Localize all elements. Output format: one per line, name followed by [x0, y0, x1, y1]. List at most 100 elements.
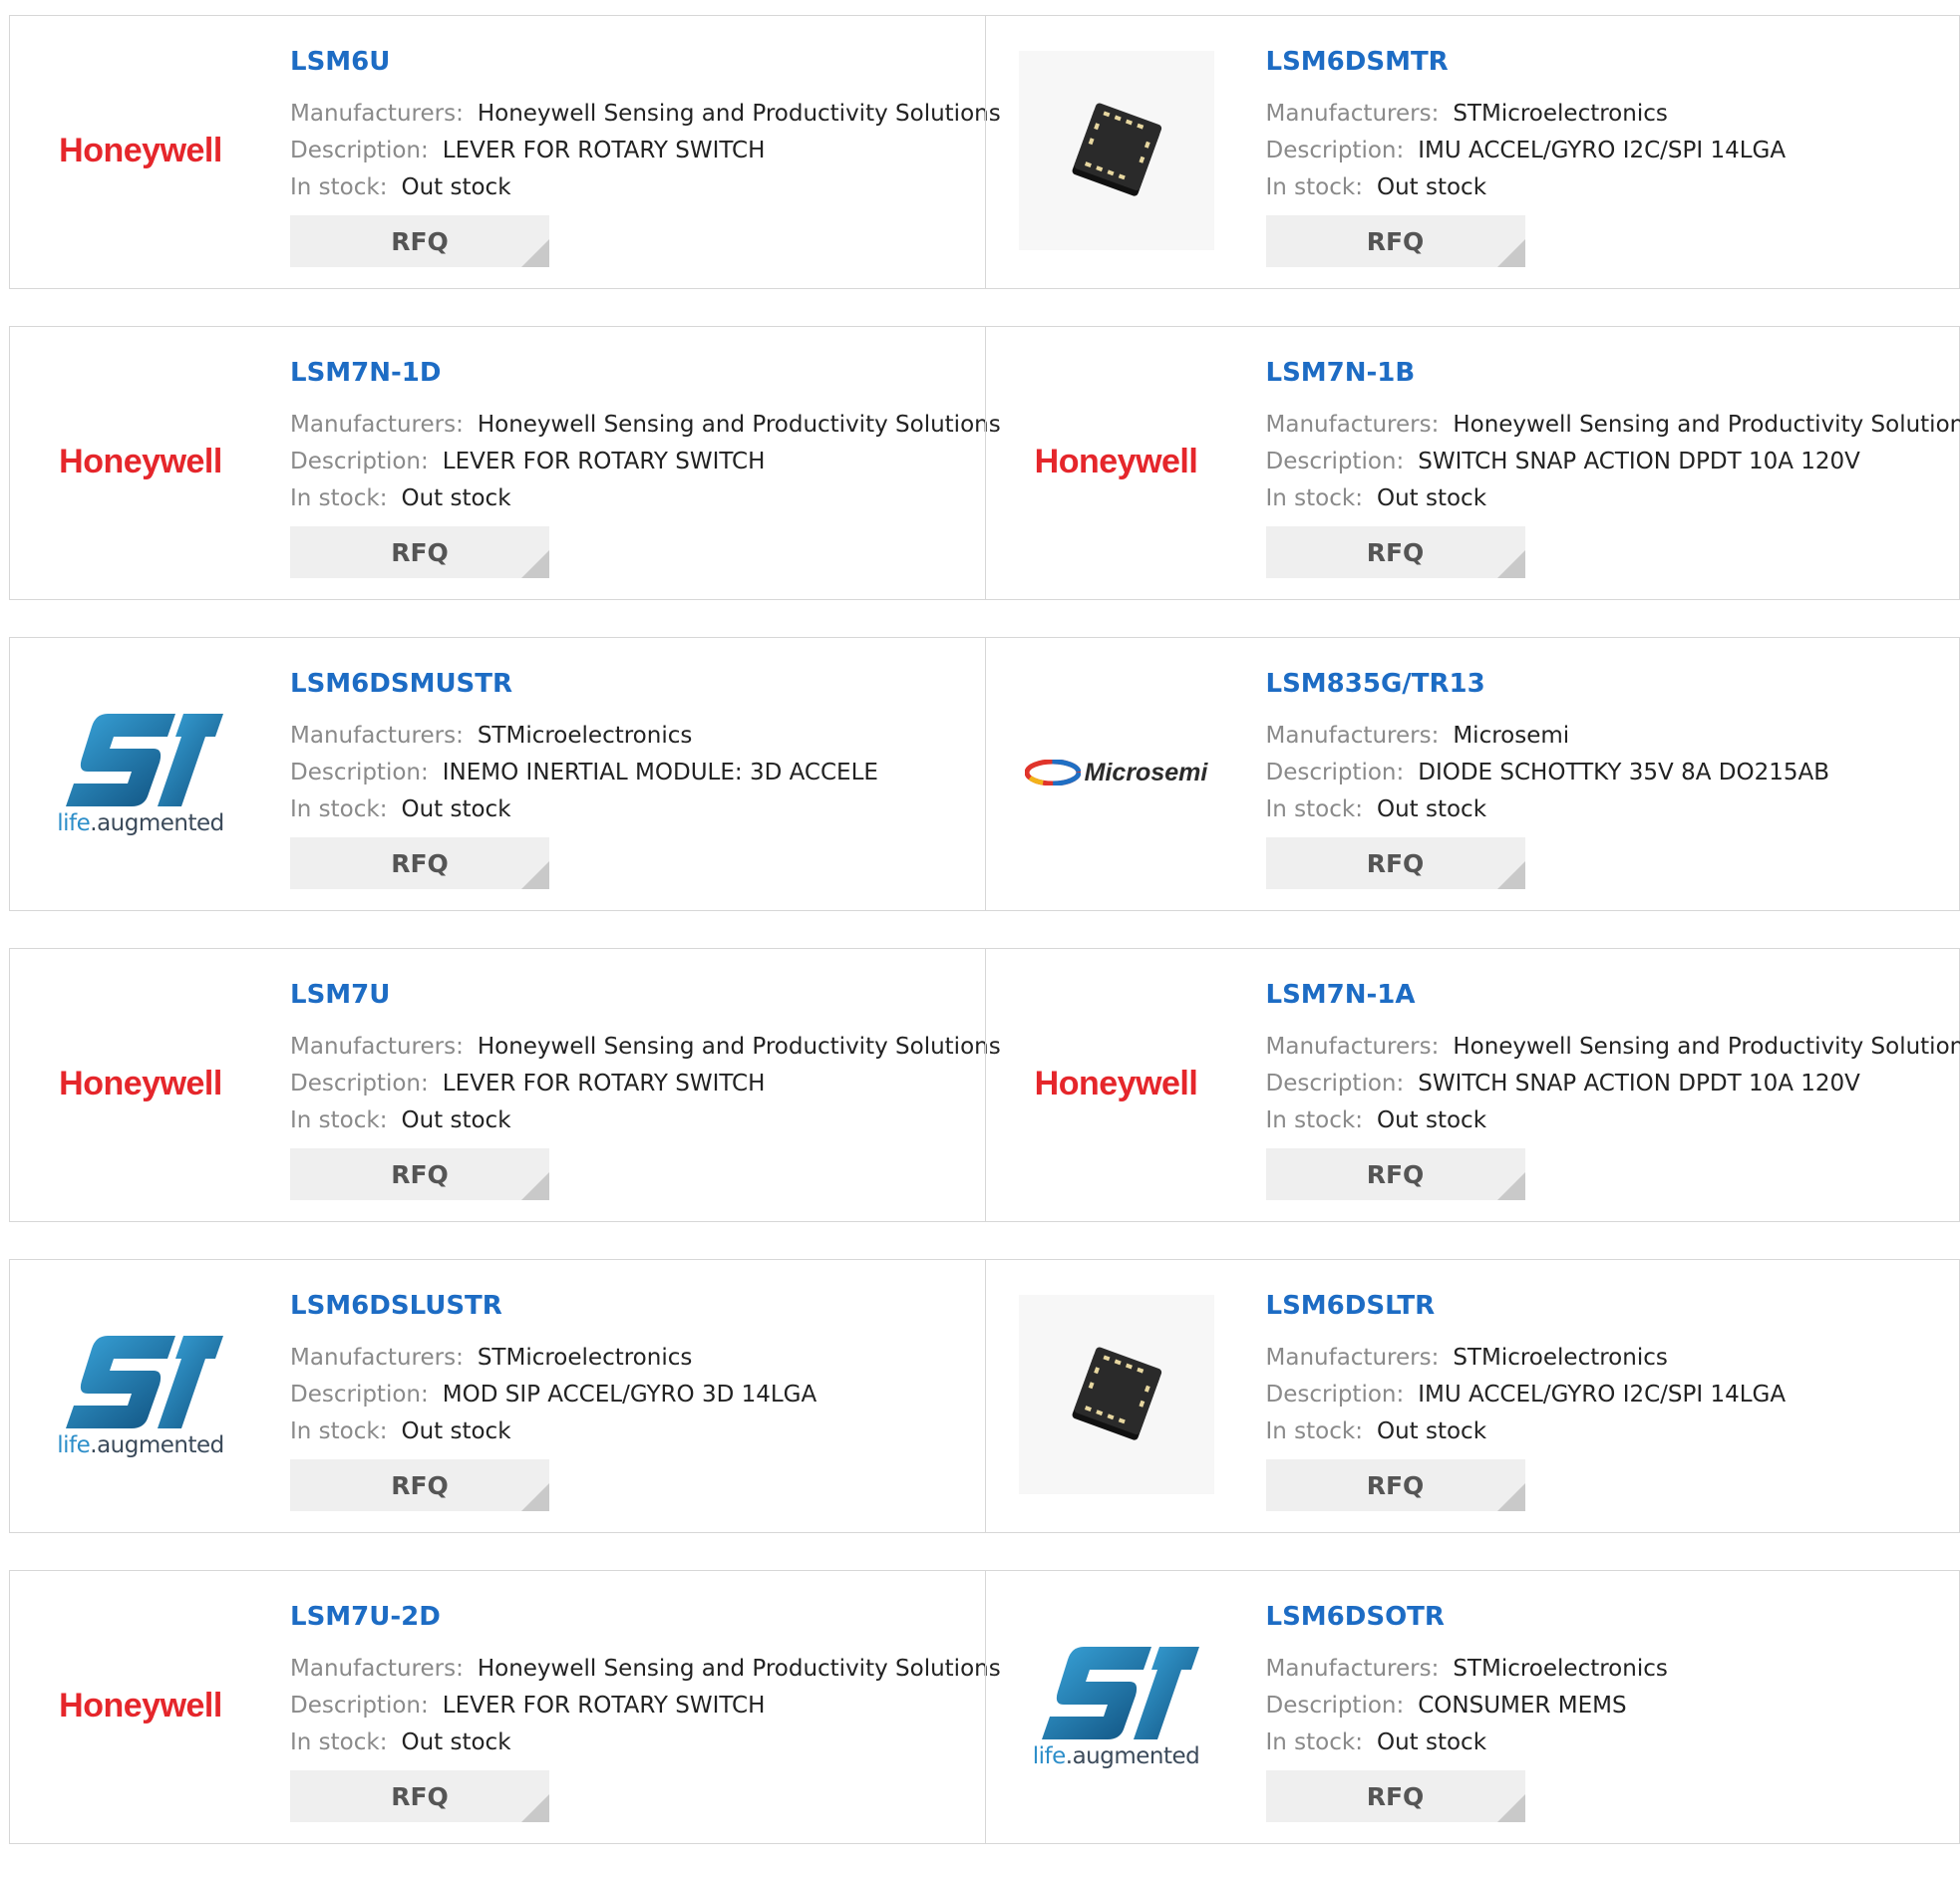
manufacturer-logo[interactable]: Honeywell — [38, 48, 243, 253]
part-number-link[interactable]: LSM7U — [290, 979, 975, 1011]
manufacturer-logo[interactable]: Microsemi — [1014, 670, 1219, 875]
rfq-button[interactable]: RFQ — [290, 1459, 549, 1511]
rfq-label: RFQ — [391, 226, 449, 256]
stock-value: Out stock — [1376, 1418, 1487, 1444]
description-value: LEVER FOR ROTARY SWITCH — [442, 1693, 766, 1719]
manufacturer-value: Honeywell Sensing and Productivity Solut… — [477, 1656, 1001, 1682]
description-value: INEMO INERTIAL MODULE: 3D ACCELE — [442, 760, 878, 785]
description-row: Description: LEVER FOR ROTARY SWITCH — [290, 444, 975, 480]
manufacturer-logo[interactable]: life.augmented — [1014, 1603, 1219, 1808]
manufacturer-logo[interactable]: life.augmented — [38, 670, 243, 875]
manufacturer-logo[interactable]: life.augmented — [38, 1292, 243, 1497]
stock-value: Out stock — [401, 1729, 511, 1755]
part-number-link[interactable]: LSM835G/TR13 — [1266, 668, 1950, 700]
part-number-link[interactable]: LSM7N-1B — [1266, 357, 1950, 389]
rfq-button[interactable]: RFQ — [1265, 1459, 1525, 1511]
rfq-corner-decoration — [521, 861, 549, 889]
manufacturer-logo[interactable] — [1014, 1292, 1219, 1497]
rfq-button[interactable]: RFQ — [1265, 1148, 1525, 1200]
manufacturer-row: Manufacturers: Honeywell Sensing and Prod… — [1266, 1029, 1960, 1066]
rfq-button[interactable]: RFQ — [1265, 215, 1525, 267]
rfq-button[interactable]: RFQ — [1265, 526, 1525, 578]
manufacturer-logo[interactable]: Honeywell — [38, 359, 243, 564]
manufacturers-label: Manufacturers: — [1265, 101, 1440, 127]
manufacturer-row: Manufacturers: STMicroelectronics — [290, 718, 975, 755]
rfq-corner-decoration — [1496, 1794, 1525, 1822]
rfq-button[interactable]: RFQ — [290, 526, 549, 578]
st-tagline: life.augmented — [57, 810, 224, 836]
rfq-corner-decoration — [1496, 550, 1525, 578]
description-row: Description: MOD SIP ACCEL/GYRO 3D 14LGA — [290, 1377, 975, 1413]
product-grid: Honeywell LSM6U Manufacturers: Honeywell … — [9, 15, 1960, 1881]
stock-row: In stock: Out stock — [1266, 791, 1950, 828]
description-label: Description: — [290, 1693, 429, 1719]
part-number-link[interactable]: LSM6DSOTR — [1266, 1601, 1950, 1633]
product-info: LSM6U Manufacturers: Honeywell Sensing an… — [290, 46, 1001, 206]
rfq-corner-decoration — [521, 550, 549, 578]
description-label: Description: — [290, 760, 429, 785]
description-value: DIODE SCHOTTKY 35V 8A DO215AB — [1418, 760, 1829, 785]
in-stock-label: In stock: — [1265, 1107, 1363, 1133]
part-number-link[interactable]: LSM6U — [290, 46, 975, 78]
product-row: Honeywell LSM7U Manufacturers: Honeywell … — [9, 948, 1960, 1222]
manufacturer-row: Manufacturers: STMicroelectronics — [1266, 96, 1950, 133]
product-info: LSM7N-1D Manufacturers: Honeywell Sensing… — [290, 357, 1001, 517]
description-label: Description: — [290, 1071, 429, 1097]
rfq-corner-decoration — [1496, 1172, 1525, 1200]
part-number-link[interactable]: LSM6DSLUSTR — [290, 1290, 975, 1322]
rfq-button[interactable]: RFQ — [290, 215, 549, 267]
description-value: SWITCH SNAP ACTION DPDT 10A 120V — [1418, 1071, 1860, 1097]
manufacturer-value: Honeywell Sensing and Productivity Solut… — [1453, 1034, 1960, 1060]
stock-row: In stock: Out stock — [1266, 1102, 1950, 1139]
rfq-button[interactable]: RFQ — [290, 1770, 549, 1822]
rfq-label: RFQ — [391, 1781, 449, 1811]
part-number-link[interactable]: LSM7U-2D — [290, 1601, 975, 1633]
description-label: Description: — [290, 1382, 429, 1408]
description-row: Description: SWITCH SNAP ACTION DPDT 10A … — [1266, 444, 1950, 480]
honeywell-logo: Honeywell — [1034, 1064, 1198, 1102]
part-number-link[interactable]: LSM7N-1A — [1266, 979, 1950, 1011]
stock-value: Out stock — [1376, 1729, 1487, 1755]
part-number-link[interactable]: LSM6DSLTR — [1266, 1290, 1950, 1322]
manufacturer-logo[interactable]: Honeywell — [1014, 981, 1219, 1186]
description-row: Description: IMU ACCEL/GYRO I2C/SPI 14LGA — [1266, 133, 1950, 169]
rfq-label: RFQ — [391, 848, 449, 878]
part-number-link[interactable]: LSM6DSMTR — [1266, 46, 1950, 78]
product-card: Honeywell LSM7N-1D Manufacturers: Honeywe… — [10, 327, 1001, 599]
in-stock-label: In stock: — [1265, 174, 1363, 200]
part-number-link[interactable]: LSM6DSMUSTR — [290, 668, 975, 700]
product-card: Honeywell LSM7N-1A Manufacturers: Honeywe… — [984, 949, 1960, 1221]
product-row: life.augmented LSM6DSMUSTR Manufacturers… — [9, 637, 1960, 911]
manufacturers-label: Manufacturers: — [290, 101, 464, 127]
product-row: Honeywell LSM7U-2D Manufacturers: Honeywe… — [9, 1570, 1960, 1844]
description-value: IMU ACCEL/GYRO I2C/SPI 14LGA — [1418, 1382, 1787, 1408]
description-value: CONSUMER MEMS — [1418, 1693, 1627, 1719]
product-card: LSM6DSMTR Manufacturers: STMicroelectroni… — [984, 16, 1960, 288]
stock-value: Out stock — [401, 796, 511, 822]
product-info: LSM6DSLUSTR Manufacturers: STMicroelectro… — [290, 1290, 975, 1450]
in-stock-label: In stock: — [1265, 1729, 1363, 1755]
manufacturer-logo[interactable]: Honeywell — [38, 1603, 243, 1808]
stock-row: In stock: Out stock — [290, 169, 975, 206]
honeywell-logo: Honeywell — [59, 1686, 222, 1724]
manufacturer-logo[interactable]: Honeywell — [38, 981, 243, 1186]
description-row: Description: LEVER FOR ROTARY SWITCH — [290, 1066, 975, 1102]
manufacturers-label: Manufacturers: — [1265, 412, 1440, 438]
description-value: LEVER FOR ROTARY SWITCH — [442, 1071, 766, 1097]
rfq-button[interactable]: RFQ — [290, 1148, 549, 1200]
manufacturer-value: Honeywell Sensing and Productivity Solut… — [477, 1034, 1001, 1060]
honeywell-logo: Honeywell — [1034, 442, 1198, 480]
st-mark-icon — [66, 1336, 223, 1428]
manufacturer-logo[interactable] — [1014, 48, 1219, 253]
rfq-label: RFQ — [1366, 1159, 1425, 1189]
description-value: MOD SIP ACCEL/GYRO 3D 14LGA — [442, 1382, 817, 1408]
rfq-button[interactable]: RFQ — [1265, 837, 1525, 889]
part-number-link[interactable]: LSM7N-1D — [290, 357, 975, 389]
rfq-label: RFQ — [1366, 848, 1425, 878]
rfq-button[interactable]: RFQ — [290, 837, 549, 889]
manufacturer-row: Manufacturers: Honeywell Sensing and Prod… — [290, 96, 1001, 133]
manufacturer-value: Honeywell Sensing and Productivity Solut… — [477, 101, 1001, 127]
stock-value: Out stock — [401, 174, 511, 200]
rfq-button[interactable]: RFQ — [1265, 1770, 1525, 1822]
manufacturer-logo[interactable]: Honeywell — [1014, 359, 1219, 564]
